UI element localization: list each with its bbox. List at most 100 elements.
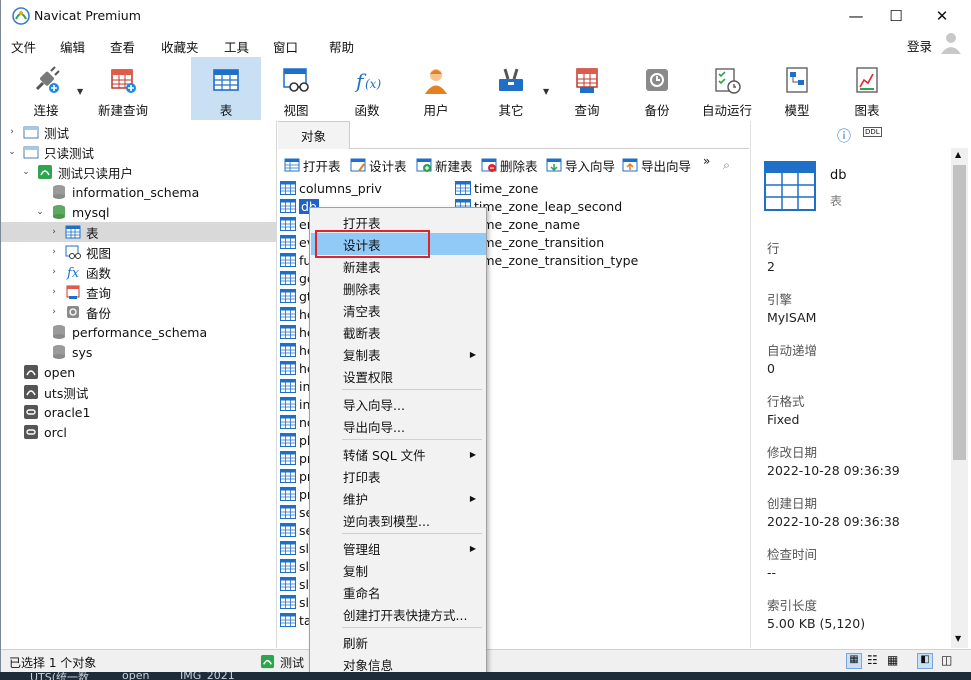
maximize-button[interactable]: ☐	[873, 0, 919, 31]
context-menu-item[interactable]: 管理组 ▶	[311, 537, 486, 559]
scrollbar-thumb[interactable]	[953, 165, 966, 460]
table-list-item[interactable]: pr	[280, 485, 312, 503]
context-menu-item[interactable]: 设置权限	[311, 365, 486, 387]
collapsed-arrow-icon[interactable]: ›	[47, 287, 61, 297]
menu-help[interactable]: 帮助	[329, 37, 354, 56]
tree-node-sys[interactable]: sys	[33, 342, 92, 362]
import-wizard-button[interactable]: 导入向导	[546, 156, 615, 174]
toolbar-view-button[interactable]: 视图	[266, 57, 326, 120]
design-table-button[interactable]: 设计表	[350, 156, 407, 174]
context-menu-item[interactable]: 删除表	[311, 277, 486, 299]
collapsed-arrow-icon[interactable]: ›	[47, 247, 61, 257]
grid-view-icon[interactable]: ▦	[887, 653, 898, 667]
toolbar-new-query-button[interactable]: 新建查询	[93, 57, 153, 120]
context-menu-item[interactable]: 维护 ▶	[311, 487, 486, 509]
scroll-down-icon[interactable]: ▼	[955, 634, 961, 643]
collapsed-arrow-icon[interactable]: ›	[47, 307, 61, 317]
tree-node-uts-test[interactable]: uts测试	[5, 382, 88, 402]
context-menu-item[interactable]: 清空表	[311, 299, 486, 321]
more-tools-icon[interactable]: »	[703, 152, 710, 170]
taskbar-item[interactable]: UTS(统一数	[30, 672, 89, 680]
tree-node-functions[interactable]: › fx 函数	[47, 262, 111, 282]
context-menu-item[interactable]: 导入向导...	[311, 393, 486, 415]
taskbar-item[interactable]: open	[122, 672, 149, 680]
expanded-arrow-icon[interactable]: ⌄	[19, 167, 33, 177]
toolbar-backup-button[interactable]: 备份	[627, 57, 687, 120]
table-list-item[interactable]: in	[280, 377, 310, 395]
tab-objects[interactable]: 对象	[278, 121, 350, 149]
delete-table-button[interactable]: 删除表	[481, 156, 538, 174]
toolbar-user-button[interactable]: 用户	[406, 57, 466, 120]
table-list-item[interactable]: ta	[280, 611, 312, 629]
toolbar-function-button[interactable]: f (x) 函数	[337, 57, 397, 120]
menu-favorites[interactable]: 收藏夹	[161, 37, 199, 56]
menu-file[interactable]: 文件	[11, 37, 36, 56]
tree-node-information-schema[interactable]: information_schema	[33, 182, 199, 202]
open-table-button[interactable]: 打开表	[284, 156, 341, 174]
context-menu-item[interactable]: 创建打开表快捷方式...	[311, 603, 486, 625]
toolbar-model-button[interactable]: 模型	[767, 57, 827, 120]
context-menu-item[interactable]: 复制	[311, 559, 486, 581]
login-link[interactable]: 登录	[907, 36, 932, 55]
collapsed-arrow-icon[interactable]: ›	[47, 267, 61, 277]
menu-tools[interactable]: 工具	[224, 37, 249, 56]
table-list-item[interactable]: columns_priv	[280, 179, 382, 197]
tree-node-orcl[interactable]: orcl	[5, 422, 67, 442]
table-list-item[interactable]: time_zone	[455, 179, 538, 197]
menu-window[interactable]: 窗口	[273, 37, 298, 56]
info-pane-toggle-icon[interactable]: ◧	[917, 653, 933, 669]
menu-edit[interactable]: 编辑	[60, 37, 85, 56]
list-view-icon[interactable]: ▦	[846, 653, 862, 669]
account-avatar-icon[interactable]	[939, 30, 963, 54]
context-menu-item[interactable]: 新建表	[311, 255, 486, 277]
context-menu-item[interactable]: 逆向表到模型...	[311, 509, 486, 531]
context-menu-item[interactable]: 刷新	[311, 631, 486, 653]
connect-dropdown-icon[interactable]: ▼	[77, 87, 83, 96]
tree-node-performance-schema[interactable]: performance_schema	[33, 322, 207, 342]
context-menu-item[interactable]: 转储 SQL 文件 ▶	[311, 443, 486, 465]
toolbar-table-button[interactable]: 表	[191, 57, 261, 120]
scroll-up-icon[interactable]: ▲	[955, 150, 961, 159]
context-menu-item[interactable]: 重命名	[311, 581, 486, 603]
taskbar-item[interactable]: IMG_2021	[180, 672, 235, 680]
detail-view-icon[interactable]: ☷	[867, 653, 878, 667]
context-menu-item[interactable]: 导出向导...	[311, 415, 486, 437]
tree-node-tables[interactable]: › 表	[1, 222, 276, 242]
new-table-button[interactable]: 新建表	[416, 156, 473, 174]
toolbar-chart-button[interactable]: 图表	[837, 57, 897, 120]
collapsed-arrow-icon[interactable]: ›	[5, 127, 19, 137]
table-list-item[interactable]: pr	[280, 467, 312, 485]
table-list-item[interactable]: pr	[280, 449, 312, 467]
toolbar-schedule-button[interactable]: 自动运行	[697, 57, 757, 120]
table-list-item[interactable]: sl	[280, 539, 309, 557]
table-list-item[interactable]: in	[280, 395, 310, 413]
tree-node-queries[interactable]: › 查询	[47, 282, 111, 302]
ddl-icon[interactable]: DDL	[863, 127, 882, 137]
table-list-item[interactable]: sl	[280, 557, 309, 575]
toolbar-other-button[interactable]: 其它	[481, 57, 541, 120]
close-button[interactable]: ✕	[919, 0, 965, 31]
table-list-item[interactable]: sl	[280, 575, 309, 593]
context-menu-item[interactable]: 打印表	[311, 465, 486, 487]
expanded-arrow-icon[interactable]: ⌄	[33, 207, 47, 217]
context-menu-item[interactable]: 复制表 ▶	[311, 343, 486, 365]
split-pane-icon[interactable]: ◫	[941, 653, 952, 667]
toolbar-query-button[interactable]: 查询	[557, 57, 617, 120]
table-list-item[interactable]: gt	[280, 287, 312, 305]
tree-node-views[interactable]: › 视图	[47, 242, 111, 262]
tree-node-test[interactable]: › 测试	[5, 122, 69, 142]
tree-node-backups[interactable]: › 备份	[47, 302, 111, 322]
tree-node-readonly-user[interactable]: ⌄ 测试只读用户	[19, 162, 133, 182]
menu-view[interactable]: 查看	[110, 37, 135, 56]
info-icon[interactable]: ⓘ	[837, 126, 851, 146]
toolbar-connect-button[interactable]: 连接	[17, 57, 75, 120]
table-list-item[interactable]: sl	[280, 593, 309, 611]
search-icon[interactable]: ⌕	[723, 156, 730, 174]
other-dropdown-icon[interactable]: ▼	[543, 87, 549, 96]
tree-node-mysql[interactable]: ⌄ mysql	[33, 202, 109, 222]
collapsed-arrow-icon[interactable]: ›	[47, 227, 61, 237]
table-list-item[interactable]: fu	[280, 251, 311, 269]
tree-node-readonly-test[interactable]: ⌄ 只读测试	[5, 142, 94, 162]
context-menu-item[interactable]: 截断表	[311, 321, 486, 343]
tree-node-oracle1[interactable]: oracle1	[5, 402, 90, 422]
